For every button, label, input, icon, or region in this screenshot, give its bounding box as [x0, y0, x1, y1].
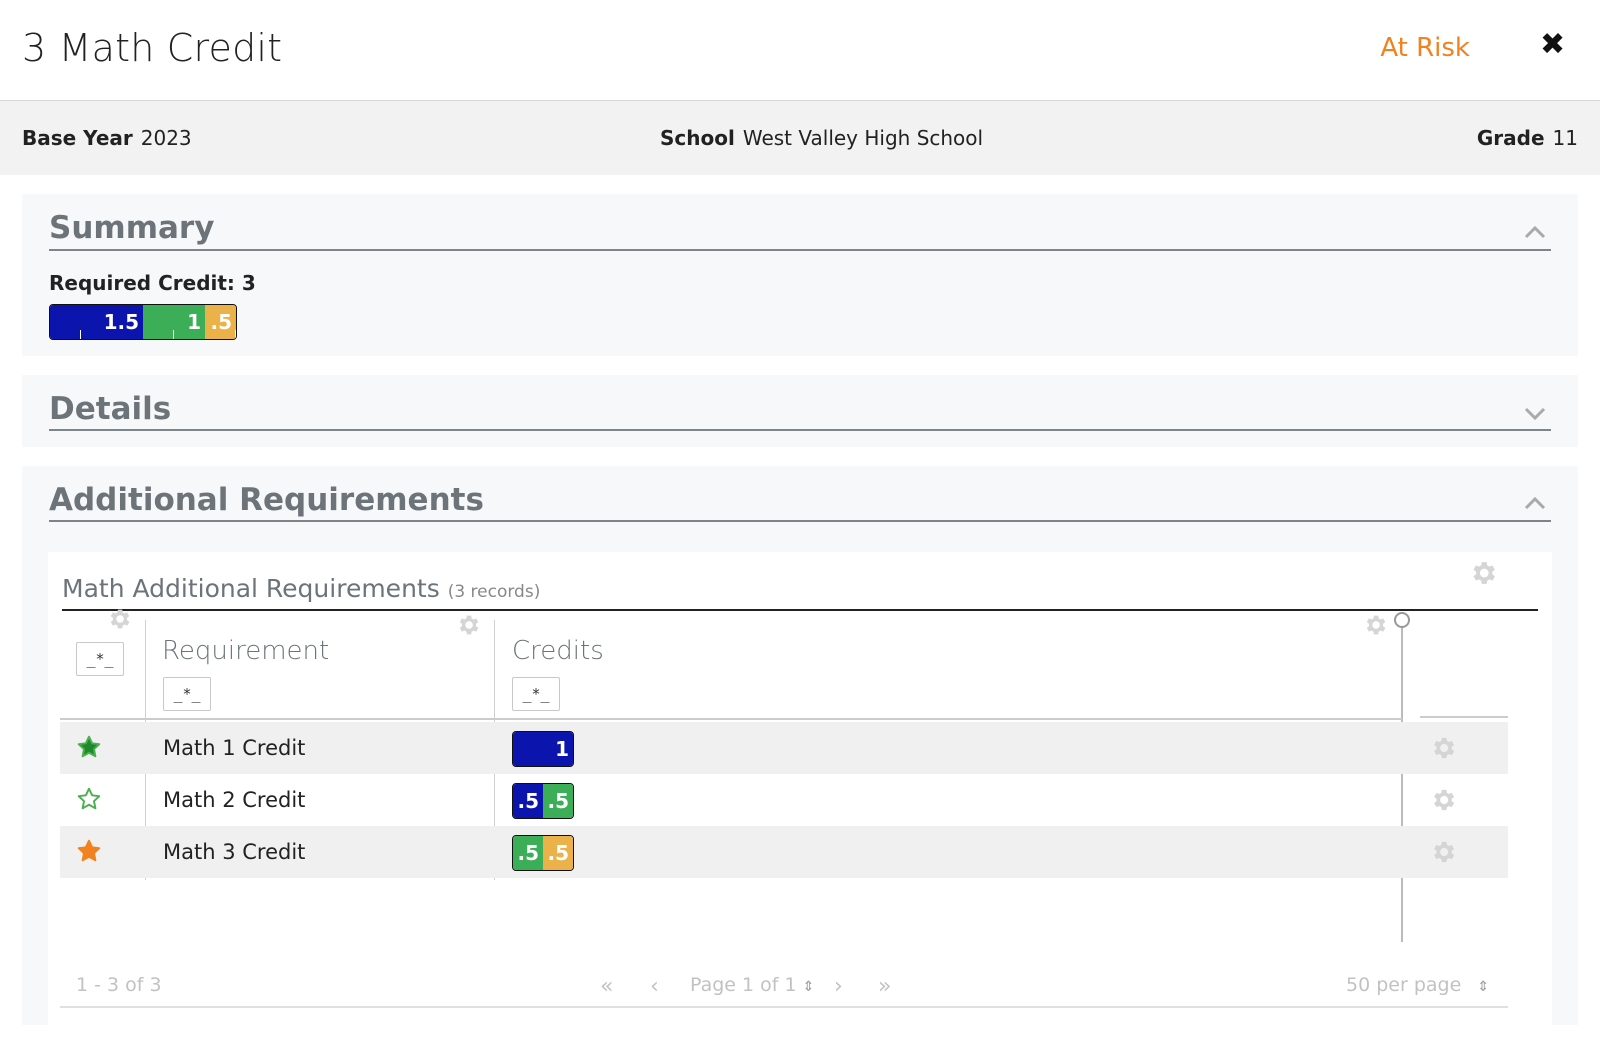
school-label: School: [660, 126, 735, 150]
credit-segment-label: .5: [547, 789, 569, 813]
record-range: 1 - 3 of 3: [76, 974, 162, 996]
chevron-up-icon[interactable]: [1522, 220, 1548, 246]
chevron-down-icon[interactable]: [1522, 400, 1548, 426]
row-settings-gear-icon[interactable]: [1429, 786, 1457, 814]
row-credit-bar: .5 .5: [512, 835, 574, 871]
close-icon[interactable]: ✖: [1540, 30, 1565, 60]
table-row[interactable]: Math 1 Credit 1: [60, 722, 1508, 774]
summary-credit-bar: 1.5 1.5: [49, 304, 237, 340]
credit-segment-label: 1: [555, 737, 569, 761]
grid-footer: 1 - 3 of 3 « ‹ Page 1 of 1 ⇕ › » 50 per …: [48, 952, 1552, 1012]
prev-page-icon[interactable]: ‹: [650, 974, 659, 999]
star-icon[interactable]: [76, 786, 102, 812]
requirement-name: Math 1 Credit: [163, 736, 306, 760]
base-year-value: 2023: [140, 126, 192, 150]
credit-segment-label: .5: [210, 310, 232, 334]
row-settings-gear-icon[interactable]: [1429, 838, 1457, 866]
credit-segment: .5: [513, 836, 543, 870]
status-label: At Risk: [1380, 33, 1470, 63]
requirement-filter-input[interactable]: _*_: [163, 677, 211, 711]
column-settings-gear-icon[interactable]: [455, 612, 481, 638]
table-row[interactable]: Math 2 Credit .5 .5: [60, 774, 1508, 826]
grade-value: 11: [1552, 126, 1578, 150]
grid-title-text: Math Additional Requirements: [62, 574, 440, 603]
credit-segment-label: 1: [187, 310, 201, 334]
summary-panel: Summary Required Credit: 3 1.5 1.5: [22, 194, 1578, 356]
grade-label: Grade: [1476, 126, 1545, 150]
credit-segment: 1.5: [50, 305, 143, 339]
credit-segment: .5: [543, 836, 573, 870]
credits-filter-input[interactable]: _*_: [512, 677, 560, 711]
column-settings-gear-icon[interactable]: [1362, 612, 1388, 638]
credit-segment-label: .5: [517, 789, 539, 813]
record-count: (3 records): [447, 582, 541, 602]
credit-segment-label: 1.5: [103, 310, 139, 334]
summary-title: Summary: [49, 210, 215, 246]
summary-divider: [49, 249, 1551, 251]
page-sort-icon[interactable]: ⇕: [803, 979, 815, 995]
per-page-select[interactable]: 50 per page ⇕: [1346, 974, 1489, 996]
required-credit-label: Required Credit: 3: [49, 271, 256, 295]
credit-segment: .5: [513, 784, 543, 818]
credit-segment: 1: [513, 732, 573, 766]
requirement-column-header[interactable]: Requirement: [162, 636, 329, 666]
footer-divider: [60, 1006, 1508, 1008]
base-year: Base Year 2023: [22, 126, 192, 150]
row-settings-gear-icon[interactable]: [1429, 734, 1457, 762]
column-resize-handle[interactable]: [1394, 612, 1410, 628]
school-value: West Valley High School: [742, 126, 984, 150]
page-title: 3 Math Credit: [22, 26, 283, 70]
credit-segment: .5: [543, 784, 573, 818]
info-bar: Base Year 2023 School West Valley High Sch…: [0, 101, 1600, 175]
page-indicator[interactable]: Page 1 of 1 ⇕: [690, 974, 814, 996]
credit-segment: 1: [143, 305, 205, 339]
details-divider: [49, 429, 1551, 431]
row-credit-bar: 1: [512, 731, 574, 767]
grid-title: Math Additional Requirements (3 records): [62, 574, 540, 603]
base-year-label: Base Year: [22, 126, 133, 150]
modal-header: 3 Math Credit At Risk ✖: [0, 0, 1600, 101]
grid-title-divider: [62, 609, 1538, 611]
credit-segment-label: .5: [517, 841, 539, 865]
chevron-up-icon[interactable]: [1522, 491, 1548, 517]
last-page-icon[interactable]: »: [878, 974, 891, 999]
grade: Grade 11: [1477, 126, 1578, 150]
per-page-text: 50 per page: [1346, 974, 1462, 996]
credit-tick: [235, 330, 236, 339]
requirement-name: Math 3 Credit: [163, 840, 306, 864]
details-title: Details: [49, 391, 172, 427]
credit-tick: [173, 330, 174, 339]
additional-requirements-title: Additional Requirements: [49, 482, 484, 518]
details-panel: Details: [22, 375, 1578, 447]
header-divider: [60, 718, 1402, 720]
star-filter-input[interactable]: _*_: [76, 642, 124, 676]
column-settings-gear-icon[interactable]: [106, 606, 132, 632]
table-row[interactable]: Math 3 Credit .5 .5: [60, 826, 1508, 878]
requirements-grid: Math Additional Requirements (3 records)…: [48, 552, 1552, 1028]
credit-tick: [80, 330, 81, 339]
grid-settings-gear-icon[interactable]: [1468, 558, 1498, 588]
star-icon[interactable]: [76, 838, 102, 864]
school: School West Valley High School: [660, 126, 983, 150]
requirement-name: Math 2 Credit: [163, 788, 306, 812]
credit-segment: .5: [205, 305, 236, 339]
first-page-icon[interactable]: «: [600, 974, 613, 999]
credits-column-header[interactable]: Credits: [512, 636, 604, 666]
row-credit-bar: .5 .5: [512, 783, 574, 819]
additional-requirements-divider: [49, 520, 1551, 522]
per-page-sort-icon[interactable]: ⇕: [1477, 979, 1489, 995]
star-icon[interactable]: [76, 734, 102, 760]
next-page-icon[interactable]: ›: [834, 974, 843, 999]
page-indicator-text: Page 1 of 1: [690, 974, 797, 996]
credit-segment-label: .5: [547, 841, 569, 865]
header-divider: [1420, 716, 1508, 718]
